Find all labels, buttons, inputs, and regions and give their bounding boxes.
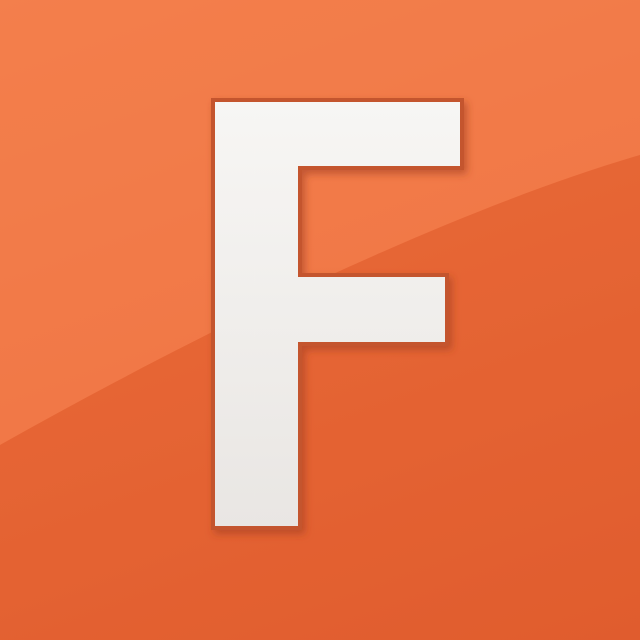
- app-logo-tile: [0, 0, 640, 640]
- letter-f-shape: [211, 98, 464, 530]
- letter-f-icon: [211, 98, 464, 530]
